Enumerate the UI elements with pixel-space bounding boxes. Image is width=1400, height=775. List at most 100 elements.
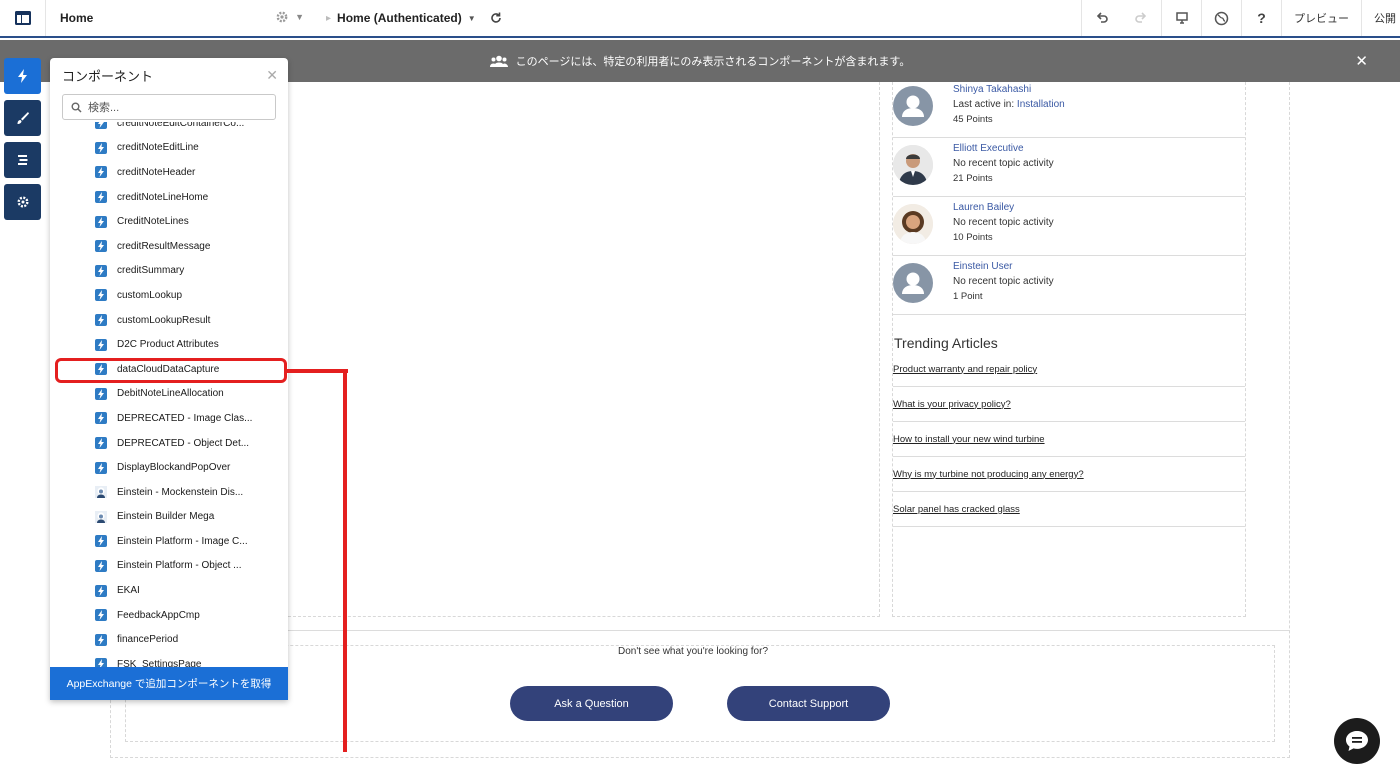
- activity-text: Last active in:: [953, 99, 1017, 110]
- settings-tab[interactable]: [4, 184, 41, 220]
- chat-icon: [1346, 731, 1368, 751]
- page-structure-tab[interactable]: [4, 142, 41, 178]
- member-name[interactable]: Lauren Bailey: [953, 202, 1014, 213]
- page-selector[interactable]: ▸ Home (Authenticated) ▼: [314, 0, 476, 36]
- theme-tab[interactable]: [4, 100, 41, 136]
- redo-button[interactable]: [1121, 0, 1161, 36]
- search-icon: [71, 102, 82, 113]
- component-list-item[interactable]: Einstein - Mockenstein Dis...: [50, 480, 288, 505]
- appexchange-link[interactable]: AppExchange で追加コンポーネントを取得: [50, 667, 288, 700]
- lightning-icon: [95, 437, 107, 450]
- component-list-item[interactable]: creditNoteEditLine: [50, 136, 288, 161]
- lightning-icon: [17, 69, 27, 83]
- component-label: creditNoteHeader: [117, 166, 196, 178]
- component-list-item[interactable]: EKAI: [50, 578, 288, 603]
- component-label: DebitNoteLineAllocation: [117, 388, 224, 400]
- article-link[interactable]: Solar panel has cracked glass: [893, 504, 1020, 515]
- help-button[interactable]: ?: [1241, 0, 1281, 36]
- member-name[interactable]: Elliott Executive: [953, 143, 1024, 154]
- site-home-label: Home: [60, 11, 94, 25]
- leaderboard-entry: Lauren Bailey No recent topic activity 1…: [893, 197, 1245, 256]
- component-list-item[interactable]: Einstein Builder Mega: [50, 505, 288, 530]
- member-points: 1 Point: [953, 291, 983, 302]
- lightning-icon: [95, 264, 107, 277]
- component-list-item[interactable]: DebitNoteLineAllocation: [50, 382, 288, 407]
- main-region-guide: [288, 82, 880, 617]
- redo-icon: [1135, 12, 1147, 23]
- component-list-item[interactable]: Einstein Platform - Object ...: [50, 554, 288, 579]
- group-icon: [489, 55, 508, 67]
- lightning-icon: [95, 191, 107, 204]
- close-banner-button[interactable]: ✕: [1355, 52, 1368, 70]
- member-name[interactable]: Shinya Takahashi: [953, 84, 1031, 95]
- component-list-item[interactable]: creditSummary: [50, 259, 288, 284]
- publish-button[interactable]: 公開: [1361, 0, 1400, 36]
- einstein-icon: [95, 510, 107, 523]
- article-link[interactable]: Why is my turbine not producing any ener…: [893, 469, 1084, 480]
- component-list-item[interactable]: customLookupResult: [50, 308, 288, 333]
- component-label: DisplayBlockandPopOver: [117, 462, 231, 474]
- layout-icon: [14, 11, 31, 25]
- article-item: How to install your new wind turbine: [893, 422, 1245, 457]
- component-label: Einstein - Mockenstein Dis...: [117, 486, 244, 498]
- component-list-item[interactable]: FSK_SettingsPage: [50, 652, 288, 667]
- article-item: Solar panel has cracked glass: [893, 492, 1245, 527]
- close-panel-button[interactable]: ✕: [266, 67, 278, 84]
- page-settings-dropdown[interactable]: ▼: [275, 10, 304, 24]
- avatar: [893, 263, 933, 303]
- component-label: creditResultMessage: [117, 240, 211, 252]
- panel-header: コンポーネント ✕: [50, 58, 288, 92]
- component-label: creditNoteLineHome: [117, 191, 209, 203]
- builder-toolbar: Home ▼ ▸ Home (Authenticated) ▼ ? プレビュー …: [0, 0, 1400, 38]
- component-list-item[interactable]: FeedbackAppCmp: [50, 603, 288, 628]
- desktop-view-button[interactable]: [1161, 0, 1201, 36]
- component-list-item[interactable]: DisplayBlockandPopOver: [50, 455, 288, 480]
- article-link[interactable]: What is your privacy policy?: [893, 399, 1011, 410]
- article-link[interactable]: Product warranty and repair policy: [893, 364, 1037, 375]
- search-placeholder: 検索...: [88, 102, 120, 114]
- component-list-item[interactable]: creditNoteHeader: [50, 160, 288, 185]
- gear-icon: [276, 11, 288, 23]
- member-name[interactable]: Einstein User: [953, 261, 1012, 272]
- component-list-item[interactable]: creditNoteLineHome: [50, 185, 288, 210]
- component-list-item[interactable]: DEPRECATED - Object Det...: [50, 431, 288, 456]
- component-list[interactable]: creditNoteEditContainerCo... creditNoteEd…: [50, 122, 288, 667]
- chat-button[interactable]: [1334, 718, 1380, 764]
- undo-button[interactable]: [1081, 0, 1121, 36]
- highlight-connector: [286, 369, 348, 373]
- highlight-arrow-line: [343, 369, 347, 752]
- site-home-menu[interactable]: Home ▼: [46, 0, 314, 36]
- language-button[interactable]: [1201, 0, 1241, 36]
- component-list-item[interactable]: creditNoteEditContainerCo...: [50, 122, 288, 136]
- component-search-input[interactable]: 検索...: [62, 94, 276, 120]
- ask-question-button[interactable]: Ask a Question: [510, 686, 673, 721]
- contact-support-button[interactable]: Contact Support: [727, 686, 890, 721]
- desktop-icon: [1175, 12, 1188, 24]
- article-link[interactable]: How to install your new wind turbine: [893, 434, 1045, 445]
- component-list-item[interactable]: Einstein Platform - Image C...: [50, 529, 288, 554]
- refresh-button[interactable]: [476, 0, 516, 36]
- member-points: 45 Points: [953, 114, 993, 125]
- component-label: creditNoteEditContainerCo...: [117, 122, 245, 129]
- preview-button[interactable]: プレビュー: [1281, 0, 1361, 36]
- page-name-label: Home (Authenticated): [337, 11, 462, 25]
- component-label: D2C Product Attributes: [117, 339, 219, 351]
- default-avatar-icon: [902, 272, 924, 294]
- page-structure-button[interactable]: [0, 0, 46, 36]
- component-label: Einstein Platform - Image C...: [117, 535, 248, 547]
- article-item: What is your privacy policy?: [893, 387, 1245, 422]
- component-list-item[interactable]: creditResultMessage: [50, 234, 288, 259]
- component-label: Einstein Builder Mega: [117, 511, 215, 523]
- component-list-item[interactable]: D2C Product Attributes: [50, 332, 288, 357]
- component-list-item[interactable]: DEPRECATED - Image Clas...: [50, 406, 288, 431]
- component-list-item[interactable]: customLookup: [50, 283, 288, 308]
- components-tab[interactable]: [4, 58, 41, 94]
- component-list-item[interactable]: financePeriod: [50, 627, 288, 652]
- topic-link[interactable]: Installation: [1017, 99, 1065, 110]
- component-list-item[interactable]: CreditNoteLines: [50, 209, 288, 234]
- photo-avatar-woman: [893, 204, 933, 244]
- panel-title: コンポーネント: [62, 68, 154, 84]
- chevron-down-icon: ▼: [467, 13, 476, 23]
- globe-icon: [1214, 11, 1229, 25]
- lightning-icon: [95, 387, 107, 400]
